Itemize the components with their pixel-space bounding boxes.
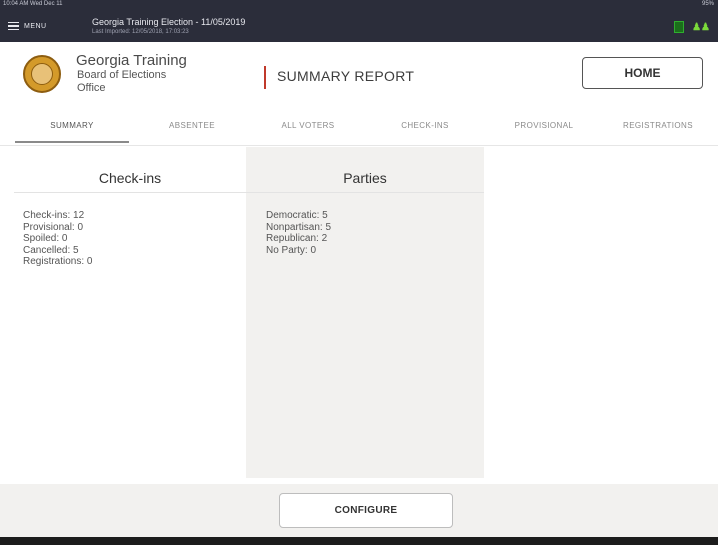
top-bar: MENU Georgia Training Election - 11/05/2… [0,9,718,42]
list-item: Democratic: 5 [266,210,328,221]
tab-bar: SUMMARY ABSENTEE ALL VOTERS CHECK-INS PR… [0,106,718,146]
tab-absentee[interactable]: ABSENTEE [135,106,249,145]
checkins-list: Check-ins: 12 Provisional: 0 Spoiled: 0 … [23,210,92,268]
hamburger-icon [8,21,19,31]
configure-button[interactable]: CONFIGURE [279,493,453,528]
list-item: Nonpartisan: 5 [266,221,332,233]
last-imported: Last Imported: 12/05/2018, 17:03:23 [92,29,189,35]
menu-button[interactable]: MENU [8,19,47,33]
header: Georgia Training Board of Elections Offi… [0,42,718,106]
home-button[interactable]: HOME [582,57,703,89]
tab-summary[interactable]: SUMMARY [15,106,129,145]
tab-all-voters[interactable]: ALL VOTERS [251,106,365,145]
tab-registrations[interactable]: REGISTRATIONS [601,106,715,145]
divider [246,192,484,193]
checkins-title: Check-ins [98,170,162,186]
list-item: Provisional: 0 [23,221,84,233]
title-divider [264,66,266,89]
menu-label: MENU [24,22,47,30]
tab-provisional[interactable]: PROVISIONAL [487,106,601,145]
list-item: No Party: 0 [266,244,317,256]
parties-panel: Parties Democratic: 5 Nonpartisan: 5 Rep… [246,147,484,478]
status-bar: 10:04 AM Wed Dec 11 95% [0,0,718,9]
list-item: Spoiled: 0 [23,233,68,244]
report-content: Check-ins Check-ins: 12 Provisional: 0 S… [0,147,718,484]
list-item: Registrations: 0 [23,256,93,267]
seal-logo [23,55,61,93]
tab-check-ins[interactable]: CHECK-INS [368,106,482,145]
people-icon[interactable]: ♟♟ [692,22,710,33]
org-line-2: Board of Elections [77,69,167,81]
divider [14,192,246,193]
parties-list: Democratic: 5 Nonpartisan: 5 Republican:… [266,210,331,256]
battery-status: 95% [701,1,714,7]
bottom-strip [0,537,718,545]
org-line-1: Georgia Training [76,52,187,69]
footer-bar: CONFIGURE [0,484,718,537]
parties-title: Parties [343,170,387,186]
org-line-3: Office [77,82,106,94]
organization-name: Georgia Training Board of Elections Offi… [76,53,187,95]
status-time: 10:04 AM Wed Dec 11 [3,1,63,7]
list-item: Check-ins: 12 [23,210,85,221]
list-item: Cancelled: 5 [23,244,79,256]
election-title: Georgia Training Election - 11/05/2019 [92,17,246,27]
checkins-panel: Check-ins Check-ins: 12 Provisional: 0 S… [14,147,246,478]
list-item: Republican: 2 [266,233,328,244]
page-title: SUMMARY REPORT [277,68,415,84]
document-icon[interactable] [674,21,685,33]
active-tab-indicator [15,141,129,143]
